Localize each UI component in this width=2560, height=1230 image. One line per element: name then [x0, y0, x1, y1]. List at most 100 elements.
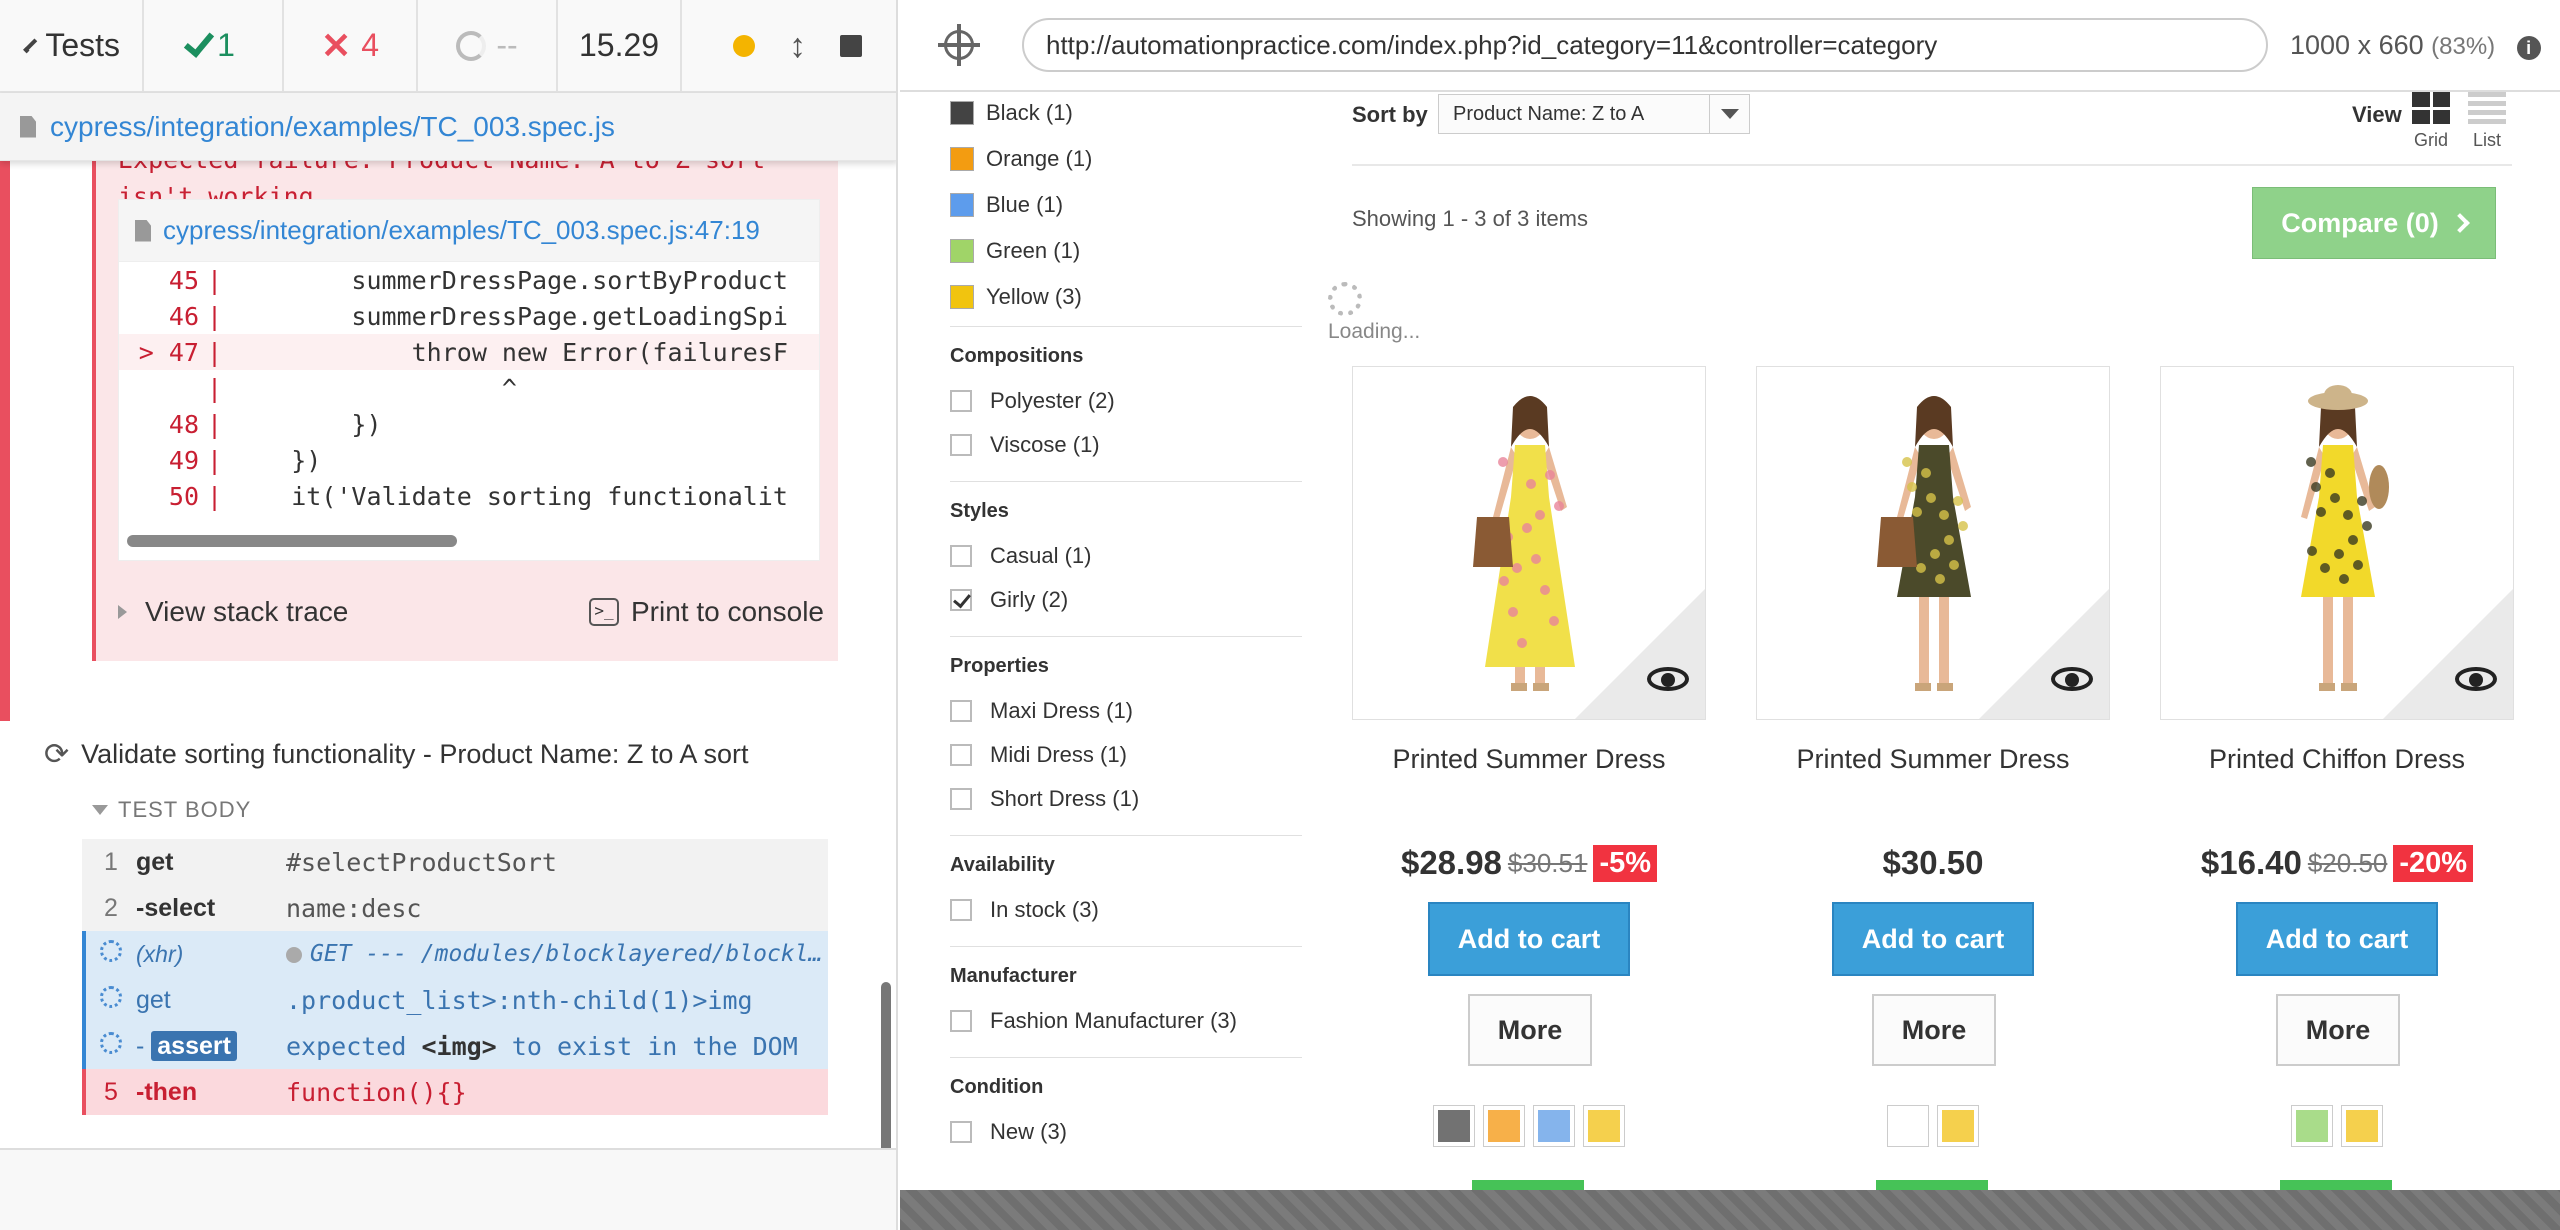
product-image-container[interactable] [1756, 366, 2110, 720]
viewport-info[interactable]: 1000 x 660 (83%) i [2290, 30, 2541, 61]
eye-icon[interactable] [2455, 667, 2497, 691]
filter-option[interactable]: Fashion Manufacturer (3) [950, 999, 1302, 1043]
filter-checkbox[interactable] [950, 390, 972, 412]
color-filter-option[interactable]: Black (1) [950, 92, 1302, 136]
color-option-swatch[interactable] [1484, 1106, 1524, 1146]
filter-checkbox[interactable] [950, 589, 972, 611]
pending-count[interactable]: -- [418, 0, 558, 91]
stop-button[interactable] [840, 34, 862, 57]
filter-checkbox[interactable] [950, 434, 972, 456]
color-filter-option[interactable]: Blue (1) [950, 182, 1302, 228]
product-name[interactable]: Printed Summer Dress [1756, 744, 2110, 775]
color-swatch[interactable] [950, 147, 974, 171]
filter-option[interactable]: Girly (2) [950, 578, 1302, 622]
add-to-cart-button[interactable]: Add to cart [1428, 902, 1630, 976]
more-button[interactable]: More [2276, 994, 2400, 1066]
filter-divider [950, 835, 1302, 836]
command-row[interactable]: get .product_list>:nth-child(1)>img [82, 977, 828, 1023]
info-icon[interactable]: i [2516, 35, 2541, 60]
color-option-swatch[interactable] [1434, 1106, 1474, 1146]
print-to-console-button[interactable]: >_ Print to console [589, 596, 824, 628]
sort-select[interactable]: Product Name: Z to A [1438, 94, 1750, 134]
layered-navigation: Black (1) Orange (1) Blue (1) Green (1) Yell… [950, 92, 1302, 1162]
auto-scroll-toggle-icon[interactable]: ↕ [789, 29, 806, 63]
color-filter-option[interactable]: Orange (1) [950, 136, 1302, 182]
color-option-swatch[interactable] [1938, 1106, 1978, 1146]
product-price: $28.98 [1400, 844, 1502, 881]
filter-option[interactable]: New (3) [950, 1110, 1302, 1154]
product-image-container[interactable] [2160, 366, 2514, 720]
passed-count[interactable]: 1 [144, 0, 284, 91]
running-test[interactable]: ⟳ Validate sorting functionality - Produ… [44, 729, 864, 779]
filter-option[interactable]: In stock (3) [950, 888, 1302, 932]
line-separator: | [207, 481, 223, 511]
list-view-button[interactable]: List [2468, 92, 2506, 151]
more-button[interactable]: More [1872, 994, 1996, 1066]
filter-option[interactable]: Polyester (2) [950, 379, 1302, 423]
color-filter-option[interactable]: Green (1) [950, 228, 1302, 274]
color-option-swatch[interactable] [1534, 1106, 1574, 1146]
selector-playground-icon[interactable] [938, 24, 980, 66]
code-lines: 45 | summerDressPage.sortByProduct 46 | sum… [119, 262, 819, 514]
discount-badge: -5% [1593, 844, 1658, 882]
filter-checkbox[interactable] [950, 545, 972, 567]
color-swatch[interactable] [950, 239, 974, 263]
xhr-status-dot-icon [286, 946, 302, 963]
old-price: $30.51 [1507, 847, 1588, 878]
code-frame-file-link[interactable]: cypress/integration/examples/TC_003.spec… [163, 215, 760, 246]
spec-path[interactable]: cypress/integration/examples/TC_003.spec… [50, 111, 615, 143]
filter-option[interactable]: Short Dress (1) [950, 777, 1302, 821]
filter-group-title: Manufacturer [950, 965, 1077, 987]
command-row[interactable]: 5 -then function(){} [82, 1069, 828, 1115]
filter-checkbox[interactable] [950, 788, 972, 810]
product-image-container[interactable] [1352, 366, 1706, 720]
color-option-swatch[interactable] [2292, 1106, 2332, 1146]
code-frame-scrollbar[interactable] [127, 535, 457, 547]
compare-button[interactable]: Compare (0) [2252, 187, 2496, 259]
code-frame-file[interactable]: cypress/integration/examples/TC_003.spec… [119, 200, 819, 262]
line-number: 46 [168, 301, 199, 331]
filter-option[interactable]: Casual (1) [950, 534, 1302, 578]
filter-checkbox[interactable] [950, 744, 972, 766]
line-number: 50 [168, 481, 199, 511]
filter-option[interactable]: Midi Dress (1) [950, 733, 1302, 777]
color-swatch[interactable] [950, 285, 974, 309]
command-row[interactable]: 1 get #selectProductSort [82, 839, 828, 885]
view-stack-trace-toggle[interactable]: View stack trace [118, 596, 348, 628]
test-body-header[interactable]: TEST BODY [92, 797, 251, 823]
failed-count[interactable]: ✕ 4 [284, 0, 418, 91]
line-number: 45 [168, 265, 199, 295]
filter-option-label: Viscose (1) [990, 432, 1100, 457]
color-swatch[interactable] [950, 101, 974, 125]
filter-option[interactable]: Viscose (1) [950, 423, 1302, 467]
color-option-swatch[interactable] [1888, 1106, 1928, 1146]
command-row[interactable]: - assert expected <img> to exist in the D… [82, 1023, 828, 1069]
add-to-cart-button[interactable]: Add to cart [2236, 902, 2438, 976]
color-filter-option[interactable]: Yellow (3) [950, 274, 1302, 320]
product-count: Showing 1 - 3 of 3 items [1352, 206, 1589, 231]
command-number [86, 1031, 136, 1061]
command-row[interactable]: 2 -select name:desc [82, 885, 828, 931]
command-name: (xhr) [136, 940, 184, 967]
add-to-cart-button[interactable]: Add to cart [1832, 902, 2034, 976]
more-button[interactable]: More [1468, 994, 1592, 1066]
product-name[interactable]: Printed Chiffon Dress [2160, 744, 2514, 775]
filter-checkbox[interactable] [950, 1121, 972, 1143]
filter-checkbox[interactable] [950, 700, 972, 722]
grid-view-button[interactable]: Grid [2412, 92, 2450, 151]
viewport-scale: (83%) [2431, 32, 2496, 60]
spec-file-header[interactable]: cypress/integration/examples/TC_003.spec… [0, 93, 896, 161]
color-option-swatch[interactable] [1584, 1106, 1624, 1146]
pending-number: -- [496, 27, 518, 63]
url-bar[interactable]: http://automationpractice.com/index.php?… [1022, 18, 2268, 72]
back-to-tests-button[interactable]: Tests [0, 0, 144, 91]
color-swatch[interactable] [950, 193, 974, 217]
command-row[interactable]: (xhr) GET --- /modules/blocklayered/block… [82, 931, 828, 977]
filter-option[interactable]: Maxi Dress (1) [950, 689, 1302, 733]
color-option-swatch[interactable] [2342, 1106, 2382, 1146]
product-name[interactable]: Printed Summer Dress [1352, 744, 1706, 775]
eye-icon[interactable] [2051, 667, 2093, 691]
filter-checkbox[interactable] [950, 1010, 972, 1032]
eye-icon[interactable] [1647, 667, 1689, 691]
filter-checkbox[interactable] [950, 899, 972, 921]
